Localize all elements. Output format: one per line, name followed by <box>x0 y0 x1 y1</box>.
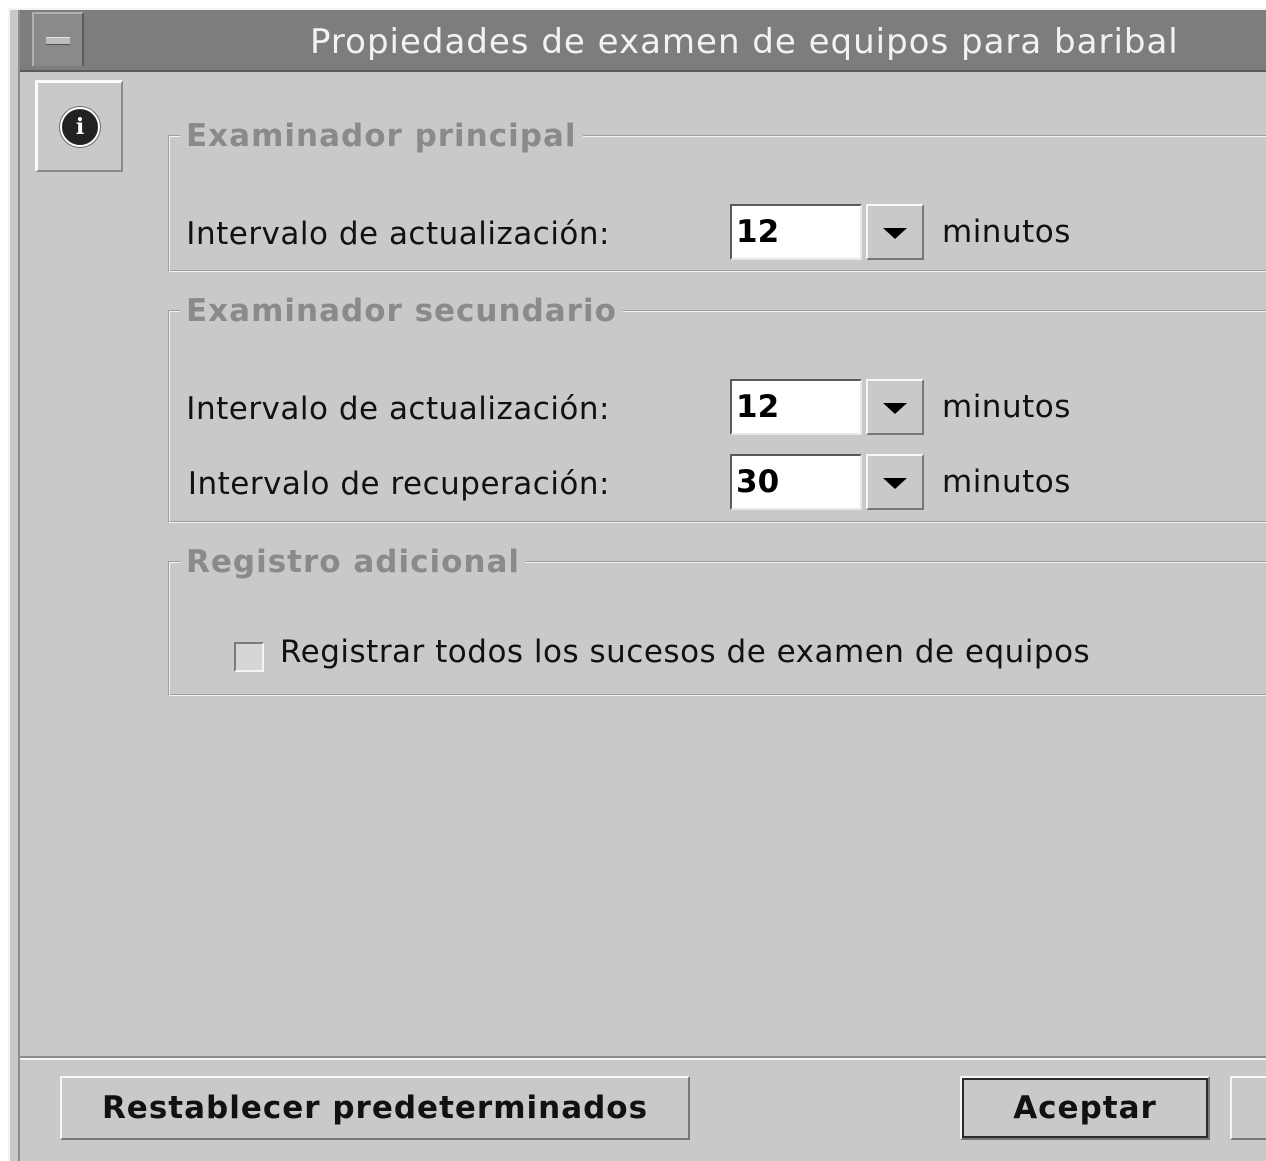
info-button[interactable]: i <box>35 80 123 172</box>
secondary-recovery-input[interactable]: 30 <box>730 454 862 510</box>
secondary-recovery-unit: minutos <box>942 464 1071 500</box>
secondary-recovery-label: Intervalo de recuperación: <box>187 466 610 502</box>
accept-button[interactable]: Aceptar <box>960 1076 1210 1140</box>
chevron-down-icon <box>883 478 907 489</box>
secondary-update-input[interactable]: 12 <box>730 379 862 435</box>
info-icon: i <box>60 107 100 147</box>
reset-defaults-button[interactable]: Restablecer predeterminados <box>60 1076 690 1140</box>
dialog-window: Propiedades de examen de equipos para ba… <box>8 8 1266 1161</box>
additional-logging-group: Registro adicional Registrar todos los s… <box>168 544 1266 696</box>
secondary-update-label: Intervalo de actualización: <box>186 391 610 427</box>
cancel-button[interactable] <box>1230 1076 1266 1140</box>
additional-logging-legend: Registro adicional <box>186 544 521 580</box>
primary-browser-legend: Examinador principal <box>186 118 577 154</box>
window-menu-icon[interactable] <box>32 12 84 66</box>
primary-update-row: Intervalo de actualización: 12 minutos <box>170 204 1170 260</box>
primary-update-unit: minutos <box>942 214 1071 250</box>
primary-browser-group: Examinador principal Intervalo de actual… <box>168 118 1266 272</box>
button-separator <box>20 1056 1266 1060</box>
title-bar[interactable]: Propiedades de examen de equipos para ba… <box>20 10 1266 72</box>
secondary-update-dropdown-button[interactable] <box>866 379 924 435</box>
secondary-update-row: Intervalo de actualización: 12 minutos <box>170 379 1170 435</box>
primary-update-label: Intervalo de actualización: <box>186 216 610 252</box>
secondary-update-unit: minutos <box>942 389 1071 425</box>
secondary-recovery-dropdown-button[interactable] <box>866 454 924 510</box>
log-all-events-label[interactable]: Registrar todos los sucesos de examen de… <box>280 634 1090 670</box>
primary-update-dropdown-button[interactable] <box>866 204 924 260</box>
window-title: Propiedades de examen de equipos para ba… <box>310 22 1179 62</box>
secondary-browser-group: Examinador secundario Intervalo de actua… <box>168 293 1266 523</box>
primary-update-input[interactable]: 12 <box>730 204 862 260</box>
log-all-events-checkbox[interactable] <box>234 642 264 672</box>
window-frame-left <box>10 10 20 1161</box>
secondary-browser-legend: Examinador secundario <box>186 293 617 329</box>
secondary-recovery-row: Intervalo de recuperación: 30 minutos <box>170 454 1170 510</box>
chevron-down-icon <box>883 403 907 414</box>
chevron-down-icon <box>883 228 907 239</box>
